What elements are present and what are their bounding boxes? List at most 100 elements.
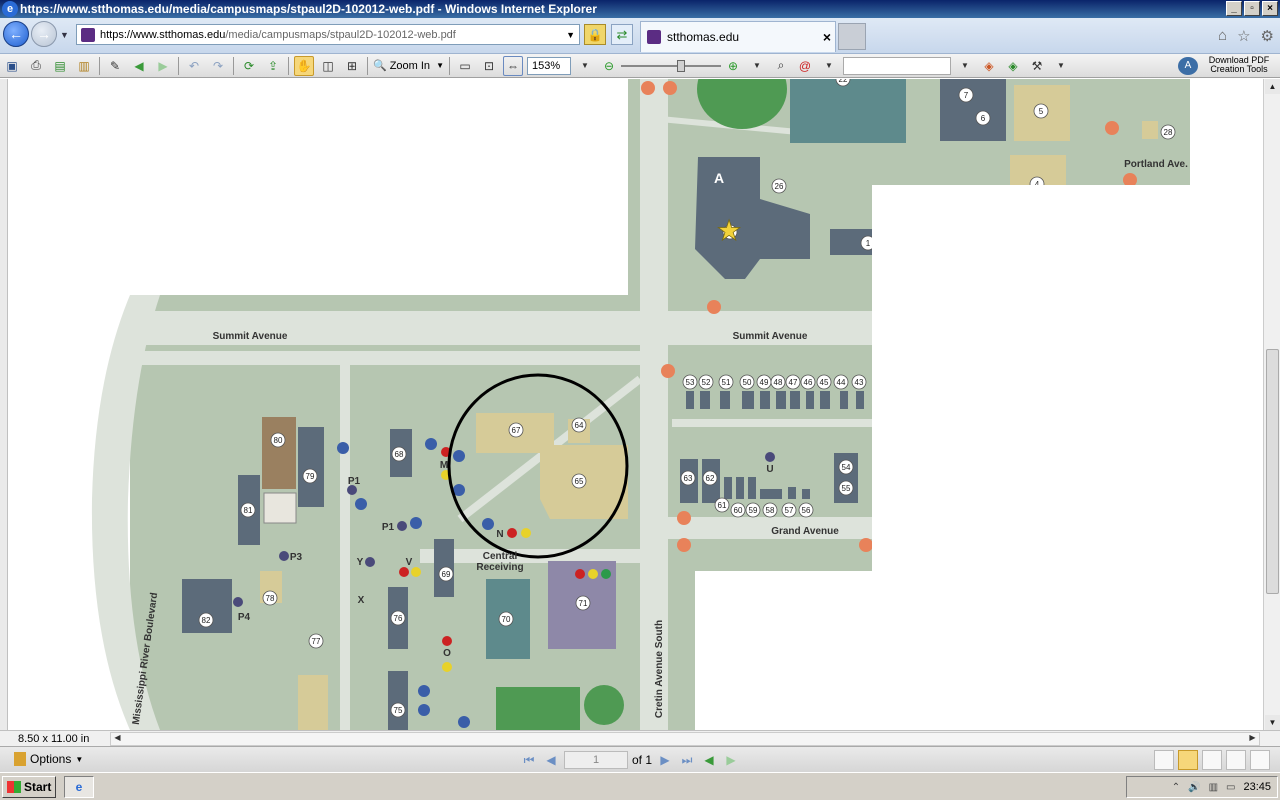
tools-icon[interactable]: ⚒: [1027, 56, 1047, 76]
zoom-value-input[interactable]: 153%: [526, 56, 571, 75]
annotate-icon[interactable]: ◈: [1003, 56, 1023, 76]
scroll-left-button[interactable]: ◀: [111, 733, 124, 745]
pdf-search-input[interactable]: [842, 56, 951, 75]
scroll-right-button[interactable]: ▶: [1246, 733, 1259, 745]
lot-letter-X: X: [358, 595, 365, 606]
options-flag-icon: [14, 752, 26, 766]
rotate-icon[interactable]: ⟳: [239, 56, 259, 76]
building-number-55: 55: [842, 484, 851, 493]
options-menu[interactable]: Options ▼: [14, 752, 83, 766]
fit-width-icon[interactable]: ⇔: [502, 55, 523, 76]
page-number-input[interactable]: 1: [564, 751, 628, 769]
hand-tool-icon[interactable]: ✋: [294, 55, 314, 76]
security-lock-icon[interactable]: 🔒: [584, 24, 606, 45]
pdf-status-line: 8.50 x 11.00 in ◀ ▶: [0, 730, 1280, 746]
export-icon[interactable]: [1250, 750, 1270, 770]
binoculars-icon[interactable]: ⌕: [771, 56, 791, 76]
favorites-star-icon[interactable]: ☆: [1237, 27, 1250, 45]
zoom-more-dropdown-icon[interactable]: ▼: [747, 56, 767, 76]
start-button[interactable]: Start: [2, 776, 56, 798]
refresh-button[interactable]: ⇄: [611, 24, 633, 45]
vertical-scrollbar[interactable]: ▲ ▼: [1263, 79, 1280, 730]
snapshot-icon[interactable]: ◫: [318, 56, 338, 76]
select-tool-icon[interactable]: ⊞: [342, 56, 362, 76]
single-page-icon[interactable]: [1154, 750, 1174, 770]
last-page-button[interactable]: ⏭: [678, 751, 696, 769]
next-page-button[interactable]: ▶: [656, 751, 674, 769]
tray-expand-icon[interactable]: ⌃: [1172, 782, 1180, 793]
redo-icon[interactable]: ↷: [208, 56, 228, 76]
continuous-page-icon[interactable]: [1178, 750, 1198, 770]
previous-page-icon[interactable]: ◀: [129, 56, 149, 76]
minimize-button[interactable]: _: [1226, 1, 1242, 16]
building-number-7: 7: [964, 91, 969, 100]
clock[interactable]: 23:45: [1243, 781, 1271, 793]
home-icon[interactable]: ⌂: [1218, 27, 1227, 45]
prev-page-button[interactable]: ◀: [542, 751, 560, 769]
building-77-area: [298, 675, 328, 730]
scroll-down-button[interactable]: ▼: [1265, 715, 1280, 730]
share-icon[interactable]: ▤: [50, 56, 70, 76]
actual-size-icon[interactable]: ▭: [455, 56, 475, 76]
download-pdf-creation-tools-button[interactable]: A Download PDF Creation Tools: [1174, 56, 1276, 76]
lot-letter-M: M: [440, 460, 448, 471]
search-provider-dropdown-icon[interactable]: ▼: [819, 56, 839, 76]
central-receiving-line1: Central: [483, 551, 518, 562]
horizontal-scrollbar[interactable]: ◀ ▶: [110, 732, 1260, 746]
zoom-in-tool[interactable]: 🔍 Zoom In ▼: [373, 56, 444, 76]
new-tab-button[interactable]: [838, 23, 866, 50]
toolbar-separator: [99, 56, 100, 75]
search-dropdown-icon[interactable]: ▼: [955, 56, 975, 76]
scroll-thumb[interactable]: [1266, 349, 1279, 594]
scroll-up-button[interactable]: ▲: [1265, 79, 1280, 94]
taskbar-ie-button[interactable]: e: [64, 776, 94, 798]
zoom-slider[interactable]: [620, 57, 721, 75]
history-dropdown-icon[interactable]: ▼: [60, 30, 69, 40]
building-number-79: 79: [306, 472, 315, 481]
undo-icon[interactable]: ↶: [184, 56, 204, 76]
building-number-63: 63: [684, 474, 693, 483]
pdf-viewer[interactable]: 2276528426271535251504948474645444367646…: [0, 79, 1280, 730]
next-view-button[interactable]: ▶: [722, 751, 740, 769]
windows-logo-icon: [7, 781, 21, 793]
zoom-out-icon[interactable]: ⊖: [599, 56, 619, 76]
previous-view-button[interactable]: ◀: [700, 751, 718, 769]
tools-dropdown-icon[interactable]: ▼: [1051, 56, 1071, 76]
tab-close-button[interactable]: ×: [823, 29, 831, 45]
sign-icon[interactable]: ✎: [105, 56, 125, 76]
tab-stthomas[interactable]: stthomas.edu ×: [640, 21, 836, 52]
forward-button[interactable]: →: [31, 21, 57, 47]
lot-letter-A: A: [714, 170, 724, 186]
map-blank-area: [695, 571, 872, 730]
close-window-button[interactable]: ×: [1262, 1, 1278, 16]
collaborate-icon[interactable]: ▥: [74, 56, 94, 76]
address-dropdown-icon[interactable]: ▼: [566, 30, 575, 40]
extract-icon[interactable]: ⇪: [263, 56, 283, 76]
network-icon[interactable]: ▥: [1209, 782, 1218, 793]
building-number-67: 67: [512, 426, 521, 435]
save-icon[interactable]: ▣: [2, 56, 22, 76]
ask-search-icon[interactable]: @: [795, 56, 815, 76]
building-number-78: 78: [266, 594, 275, 603]
building-number-43: 43: [855, 378, 864, 387]
two-page-icon[interactable]: [1202, 750, 1222, 770]
building-number-44: 44: [837, 378, 846, 387]
zoom-slider-knob[interactable]: [677, 59, 686, 72]
zoom-dropdown-icon[interactable]: ▼: [436, 61, 444, 70]
zoom-magnifier-icon: 🔍: [373, 60, 387, 72]
volume-icon[interactable]: 🔊: [1188, 782, 1200, 793]
zoom-value-dropdown-icon[interactable]: ▼: [575, 56, 595, 76]
fit-page-icon[interactable]: ⊡: [479, 56, 499, 76]
maximize-button[interactable]: ▫: [1244, 1, 1260, 16]
first-page-button[interactable]: ⏮: [520, 751, 538, 769]
power-icon[interactable]: ▭: [1226, 782, 1235, 793]
tools-gear-icon[interactable]: ⚙: [1261, 27, 1274, 45]
two-page-continuous-icon[interactable]: [1226, 750, 1246, 770]
back-button[interactable]: ←: [3, 21, 29, 47]
next-page-icon[interactable]: ▶: [153, 56, 173, 76]
lot-letter-P1: P1: [382, 522, 395, 533]
comment-icon[interactable]: ◈: [979, 56, 999, 76]
print-icon[interactable]: ⎙: [26, 56, 46, 76]
address-bar[interactable]: https://www. stthomas.edu/media/campusmap…: [76, 24, 580, 45]
zoom-in-icon[interactable]: ⊕: [723, 56, 743, 76]
